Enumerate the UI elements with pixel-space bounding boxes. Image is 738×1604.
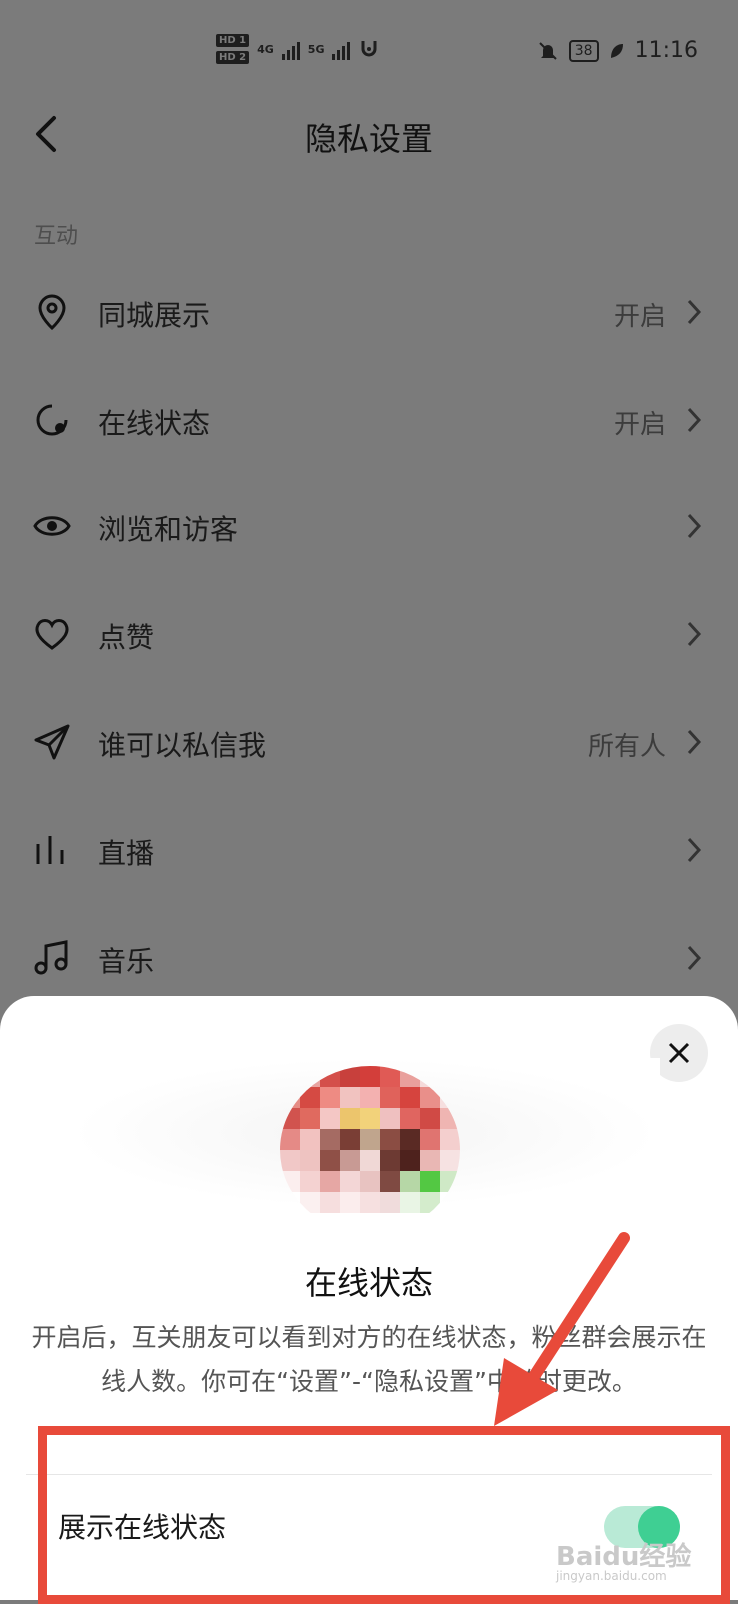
battery-level: 38 [568,39,599,62]
row-label: 直播 [98,837,155,870]
status-left: HD 1 HD 2 4G 5G [216,34,380,64]
watermark-text: Baidu经验 [556,1542,692,1572]
nav-header: 隐私设置 [0,100,738,166]
chevron-right-icon [687,513,702,539]
heart-icon [35,619,69,650]
live-bars-icon [36,836,64,864]
signal1-icon [281,38,300,60]
signal2-icon [332,38,351,60]
row-label: 浏览和访客 [98,513,239,546]
chevron-right-icon [687,945,702,971]
row-value: 开启 [613,410,666,440]
network2-label: 5G [307,42,325,56]
online-status-icon [36,404,68,436]
watermark-logo: Baidu经验 jingyan.baidu.com [556,1536,691,1583]
row-value: 开启 [613,302,666,332]
status-right: 38 11:16 [537,38,698,63]
chevron-right-icon [687,729,702,755]
clock: 11:16 [634,38,698,63]
row-label: 在线状态 [98,407,211,440]
row-likes[interactable]: 点赞 [0,578,738,686]
row-local-display[interactable]: 同城展示 开启 [0,256,738,364]
row-music[interactable]: 音乐 [0,902,738,1010]
row-views-visitors[interactable]: 浏览和访客 [0,470,738,578]
row-live[interactable]: 直播 [0,794,738,902]
chevron-right-icon [687,837,702,863]
chevron-right-icon [687,621,702,647]
chevron-right-icon [687,407,702,433]
mute-bell-icon [539,41,557,60]
status-bar: HD 1 HD 2 4G 5G 38 11:16 [0,0,738,100]
section-label-interaction: 互动 [34,224,79,249]
row-online-status[interactable]: 在线状态 开启 [0,364,738,472]
avatar [280,1066,460,1234]
sim2-badge: HD 2 [216,51,250,64]
row-label: 同城展示 [98,299,211,332]
sim1-badge: HD 1 [216,34,250,47]
row-label: 点赞 [98,621,155,654]
row-who-can-message[interactable]: 谁可以私信我 所有人 [0,686,738,794]
sim-badges: HD 1 HD 2 [216,34,250,64]
row-value: 所有人 [587,732,666,762]
row-label: 音乐 [98,945,155,978]
location-pin-icon [38,294,66,331]
annotation-arrow [494,1232,630,1426]
page-title: 隐私设置 [304,120,433,158]
row-label: 谁可以私信我 [98,729,267,762]
app-notification-icon [361,41,377,57]
music-note-icon [34,940,68,975]
leaf-icon [610,43,623,58]
network1-label: 4G [257,42,274,56]
chevron-right-icon [687,299,702,325]
send-icon [34,724,70,760]
eye-icon [33,516,71,536]
